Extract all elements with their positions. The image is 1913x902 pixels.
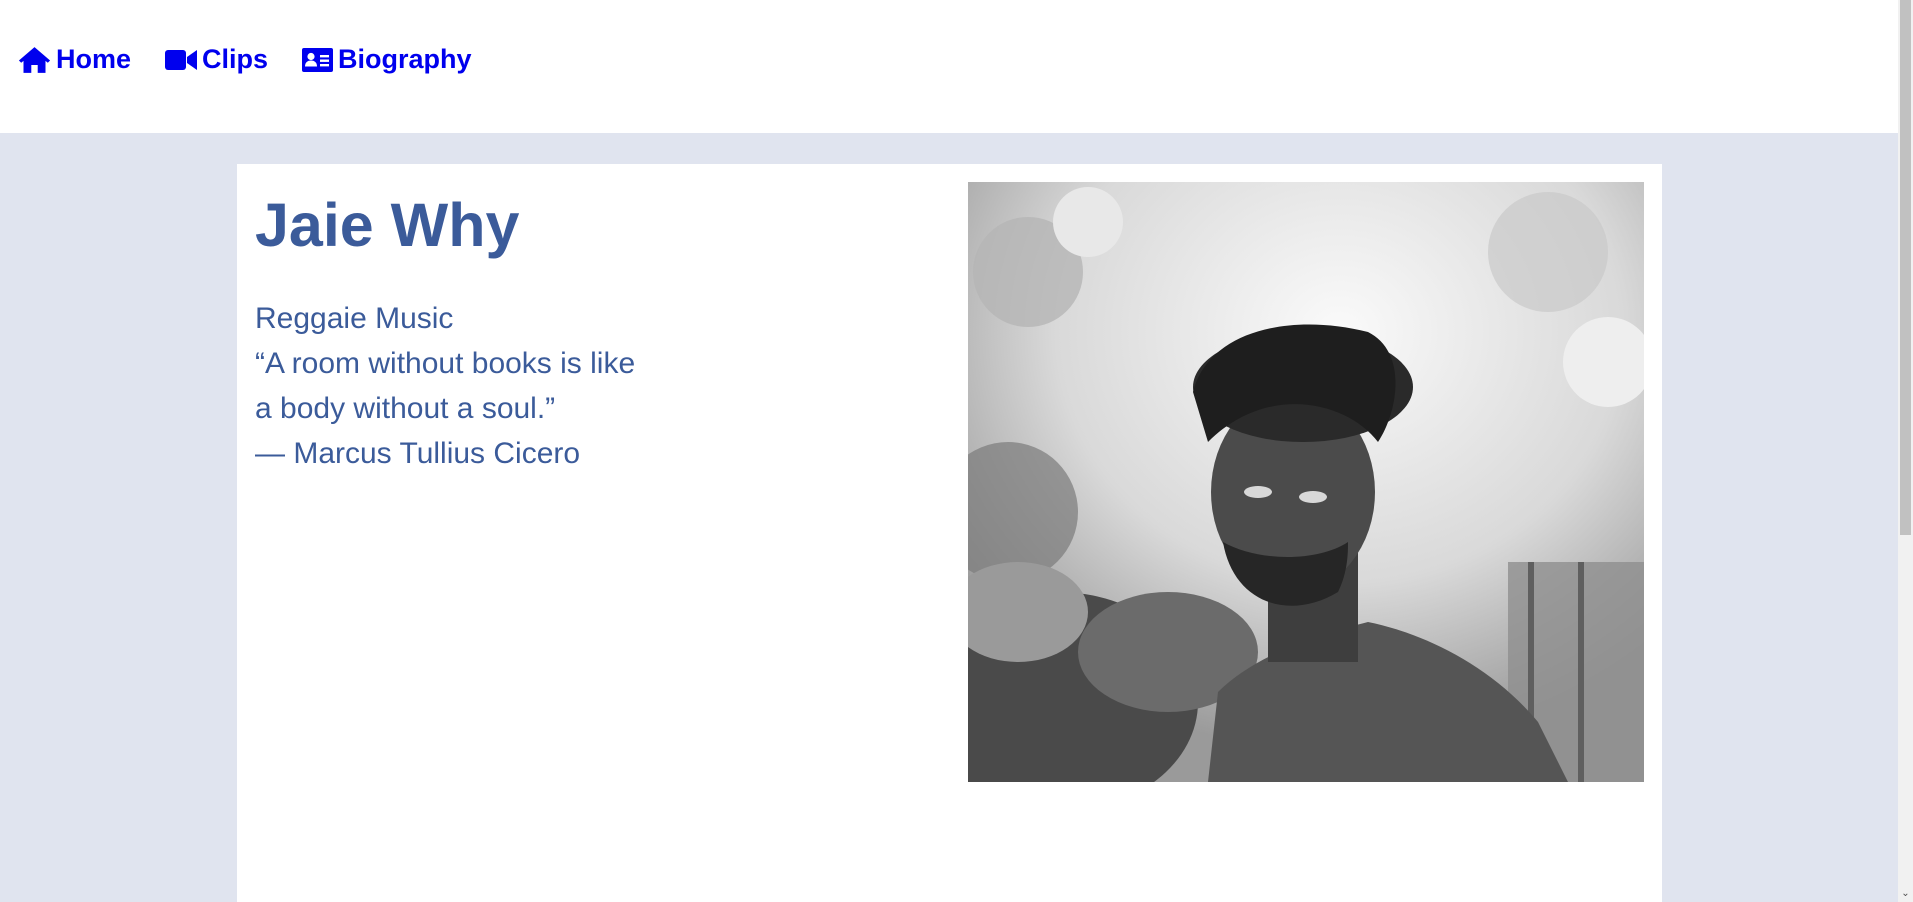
nav-link-clips-label: Clips bbox=[202, 44, 269, 74]
artist-name: Jaie Why bbox=[255, 191, 520, 259]
top-navigation: Home Clips Biography bbox=[0, 0, 1898, 133]
nav-link-clips[interactable]: Clips bbox=[165, 44, 268, 75]
video-camera-icon bbox=[165, 49, 198, 70]
home-icon bbox=[18, 46, 51, 73]
quote-author: — Marcus Tullius Cicero bbox=[255, 437, 581, 471]
nav-link-biography[interactable]: Biography bbox=[302, 44, 472, 75]
artist-portrait-image bbox=[968, 182, 1644, 782]
genre-text: Reggaie Music bbox=[255, 302, 454, 336]
vertical-scrollbar[interactable]: ⌄ bbox=[1898, 0, 1913, 902]
scroll-down-arrow-icon[interactable]: ⌄ bbox=[1898, 885, 1913, 902]
nav-link-home[interactable]: Home bbox=[18, 44, 131, 75]
intro-section: Jaie Why Reggaie Music “A room without b… bbox=[255, 190, 935, 476]
nav-link-home-label: Home bbox=[56, 44, 132, 74]
id-card-icon bbox=[302, 47, 334, 72]
scrollbar-thumb[interactable] bbox=[1900, 0, 1911, 535]
quote-line-1: “A room without books is like bbox=[255, 347, 636, 381]
portrait-photo bbox=[968, 182, 1644, 782]
nav-list: Home Clips Biography bbox=[18, 44, 472, 75]
nav-link-biography-label: Biography bbox=[338, 44, 472, 74]
bio-text: Reggaie Music “A room without books is l… bbox=[255, 296, 935, 476]
hero-card: Jaie Why Reggaie Music “A room without b… bbox=[237, 164, 1662, 902]
quote-line-2: a body without a soul.” bbox=[255, 392, 556, 426]
